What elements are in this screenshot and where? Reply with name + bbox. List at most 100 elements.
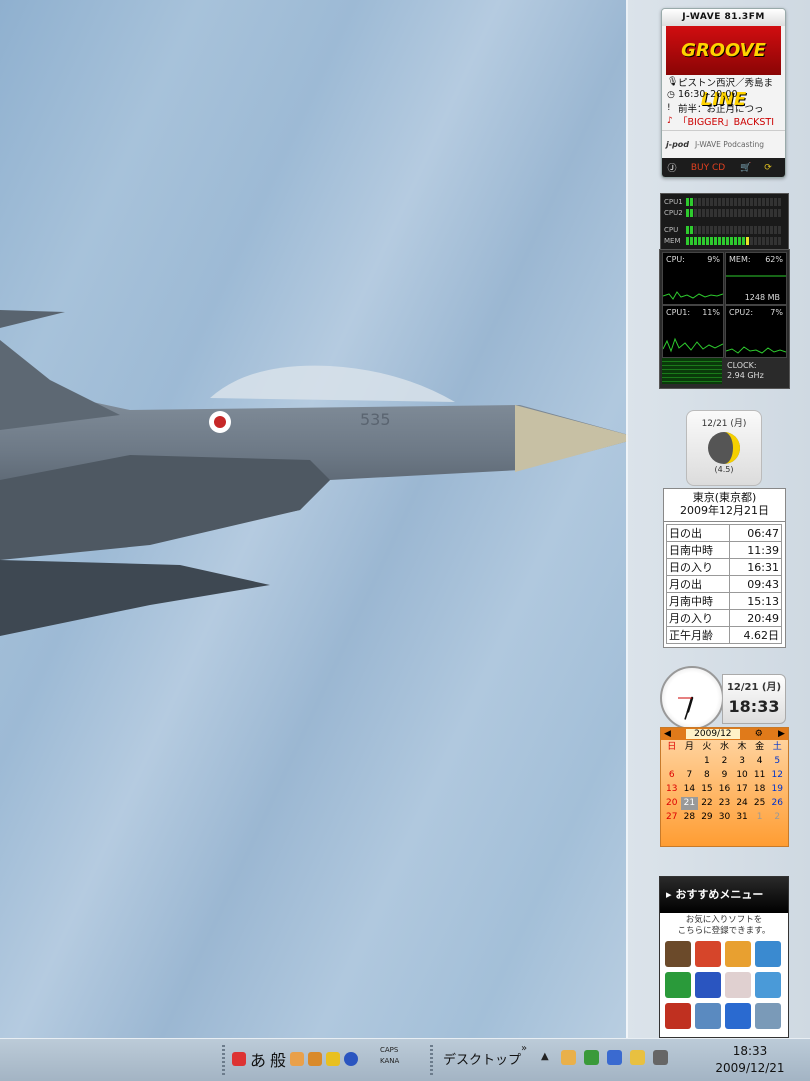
next-month-button[interactable]: ▶ (778, 729, 785, 739)
toolbox-icon[interactable] (308, 1052, 323, 1066)
meter-cell (730, 208, 733, 217)
cpu2-cell: CPU2: 7% (725, 305, 787, 358)
hint-line-2: こちらに登録できます。 (677, 926, 771, 936)
calendar-day[interactable]: 29 (698, 811, 716, 824)
j-logo-icon[interactable]: Ⓙ (662, 161, 682, 174)
weekday-header: 火 (702, 742, 712, 752)
ime-icon[interactable] (232, 1052, 246, 1066)
app-shortcut-icon[interactable] (755, 1003, 781, 1029)
meter-cell (742, 236, 745, 245)
cpu-graph-gadget[interactable]: CPU: 9% MEM: 62% 1248 MB CPU1: 11% CPU2: 7% … (659, 249, 790, 389)
meter-cell (694, 225, 697, 234)
calendar-day[interactable]: 12 (768, 769, 786, 782)
calendar-day[interactable]: 22 (698, 797, 716, 810)
meter-cell (762, 236, 765, 245)
calendar-day[interactable]: 25 (751, 797, 769, 810)
resource-meter-gadget[interactable]: CPU1 CPU2 CPU MEM (660, 193, 789, 251)
calendar-day[interactable]: 18 (751, 783, 769, 796)
calendar-day[interactable]: 15 (698, 783, 716, 796)
meter-cell (690, 208, 693, 217)
system-tray (561, 1050, 668, 1065)
app-shortcut-icon[interactable] (755, 941, 781, 967)
calendar-day[interactable]: 6 (663, 769, 681, 782)
app-shortcut-icon[interactable] (725, 941, 751, 967)
norton-icon[interactable] (630, 1050, 645, 1065)
app-shortcut-icon[interactable] (665, 1003, 691, 1029)
calendar-day[interactable]: 21 (680, 797, 699, 810)
calendar-day[interactable]: 20 (663, 797, 681, 810)
app-shortcut-icon[interactable] (725, 1003, 751, 1029)
calendar-day[interactable]: 13 (663, 783, 681, 796)
calendar-day[interactable]: 30 (716, 811, 734, 824)
calendar-day[interactable]: 24 (733, 797, 751, 810)
calendar-day[interactable]: 9 (716, 769, 734, 782)
meter-bar (686, 197, 781, 206)
calendar-day[interactable]: 8 (698, 769, 716, 782)
ime-mode-button[interactable]: 般 (270, 1047, 286, 1071)
taskbar-clock[interactable]: 18:33 2009/12/21 (714, 1043, 786, 1077)
prev-month-button[interactable]: ◀ (664, 729, 671, 739)
clock-gadget[interactable]: 12/21 (月) 18:33 (660, 666, 788, 730)
toolbar-grip[interactable] (222, 1045, 225, 1075)
calendar-day[interactable]: 2 (716, 755, 734, 768)
calendar-day[interactable]: 10 (733, 769, 751, 782)
calendar-day[interactable]: 28 (681, 811, 699, 824)
recommend-menu-gadget[interactable]: ▸ おすすめメニュー お気に入りソフトを こちらに登録できます。 (659, 876, 789, 1038)
next-month-day[interactable]: 1 (751, 811, 769, 824)
refresh-icon[interactable]: ⟳ (758, 163, 778, 173)
app-shortcut-icon[interactable] (695, 941, 721, 967)
flag-icon[interactable] (653, 1050, 668, 1065)
app-shortcut-icon[interactable] (755, 972, 781, 998)
radio-gadget[interactable]: J-WAVE 81.3FM GROOVE LINE 🎙 ピストン西沢／秀島ま ◷ 16… (661, 8, 786, 178)
meter-cell (734, 208, 737, 217)
settings-icon[interactable]: ⚙ (755, 729, 763, 739)
calendar-day[interactable]: 3 (733, 755, 751, 768)
buy-cd-button[interactable]: BUY CD (682, 163, 734, 173)
app-shortcut-icon[interactable] (665, 972, 691, 998)
calendar-day[interactable]: 5 (768, 755, 786, 768)
show-hidden-icons-button[interactable]: ▲ (541, 1051, 549, 1062)
calendar-day[interactable]: 14 (681, 783, 699, 796)
table-row: 日の入り 16:31 (666, 558, 783, 576)
app-shortcut-icon[interactable] (725, 972, 751, 998)
cart-icon[interactable]: 🛒 (734, 163, 758, 173)
calendar-day[interactable]: 26 (768, 797, 786, 810)
notes-icon[interactable] (561, 1050, 576, 1065)
toolbar-chevron[interactable]: » (521, 1043, 527, 1054)
sun-moon-times-gadget[interactable]: 東京(東京都) 2009年12月21日 日の出 06:47 日南中時 11:39 日の入… (663, 488, 786, 648)
calendar-day[interactable]: 19 (768, 783, 786, 796)
security-shield-icon[interactable] (584, 1050, 599, 1065)
app-shortcut-icon[interactable] (695, 1003, 721, 1029)
calendar-day[interactable]: 7 (681, 769, 699, 782)
moon-phase-gadget[interactable]: 12/21 (月) (4.5) (686, 410, 762, 486)
desktop-toolbar-button[interactable]: デスクトップ (443, 1049, 521, 1068)
calendar-day[interactable]: 11 (751, 769, 769, 782)
ime-hiragana-button[interactable]: あ (250, 1047, 266, 1071)
calendar-day[interactable]: 23 (716, 797, 734, 810)
calendar-gadget[interactable]: ◀ 2009/12 ⚙ ▶ 日月火水木金土 1 2 3 4 5 6 7 8 9 10 11 12 13 14… (660, 727, 789, 847)
meter-cell (714, 236, 717, 245)
calendar-day[interactable]: 31 (733, 811, 751, 824)
toolbar-grip-2[interactable] (430, 1045, 433, 1075)
calendar-day[interactable]: 27 (663, 811, 681, 824)
meter-cell (698, 208, 701, 217)
calendar-day[interactable]: 1 (698, 755, 716, 768)
podcast-bar[interactable]: j-pod J-WAVE Podcasting (662, 130, 785, 157)
meter-cell (746, 236, 749, 245)
calendar-day[interactable]: 17 (733, 783, 751, 796)
app-shortcut-icon[interactable] (695, 972, 721, 998)
time-label: 正午月齢 (666, 626, 730, 644)
water-drop-icon[interactable] (607, 1050, 622, 1065)
program-banner[interactable]: GROOVE LINE (666, 26, 781, 110)
calendar-day[interactable]: 16 (716, 783, 734, 796)
table-row: 日の出 06:47 (666, 524, 783, 542)
calendar-day[interactable]: 4 (751, 755, 769, 768)
help-icon[interactable] (344, 1052, 359, 1066)
app-shortcut-icon[interactable] (665, 941, 691, 967)
dictionary-icon[interactable] (290, 1052, 305, 1066)
desktop-wallpaper[interactable]: 535 (0, 0, 628, 1038)
meter-cell (746, 208, 749, 217)
meter-cell (774, 236, 777, 245)
next-month-day[interactable]: 2 (768, 811, 786, 824)
pencil-icon[interactable] (326, 1052, 341, 1066)
